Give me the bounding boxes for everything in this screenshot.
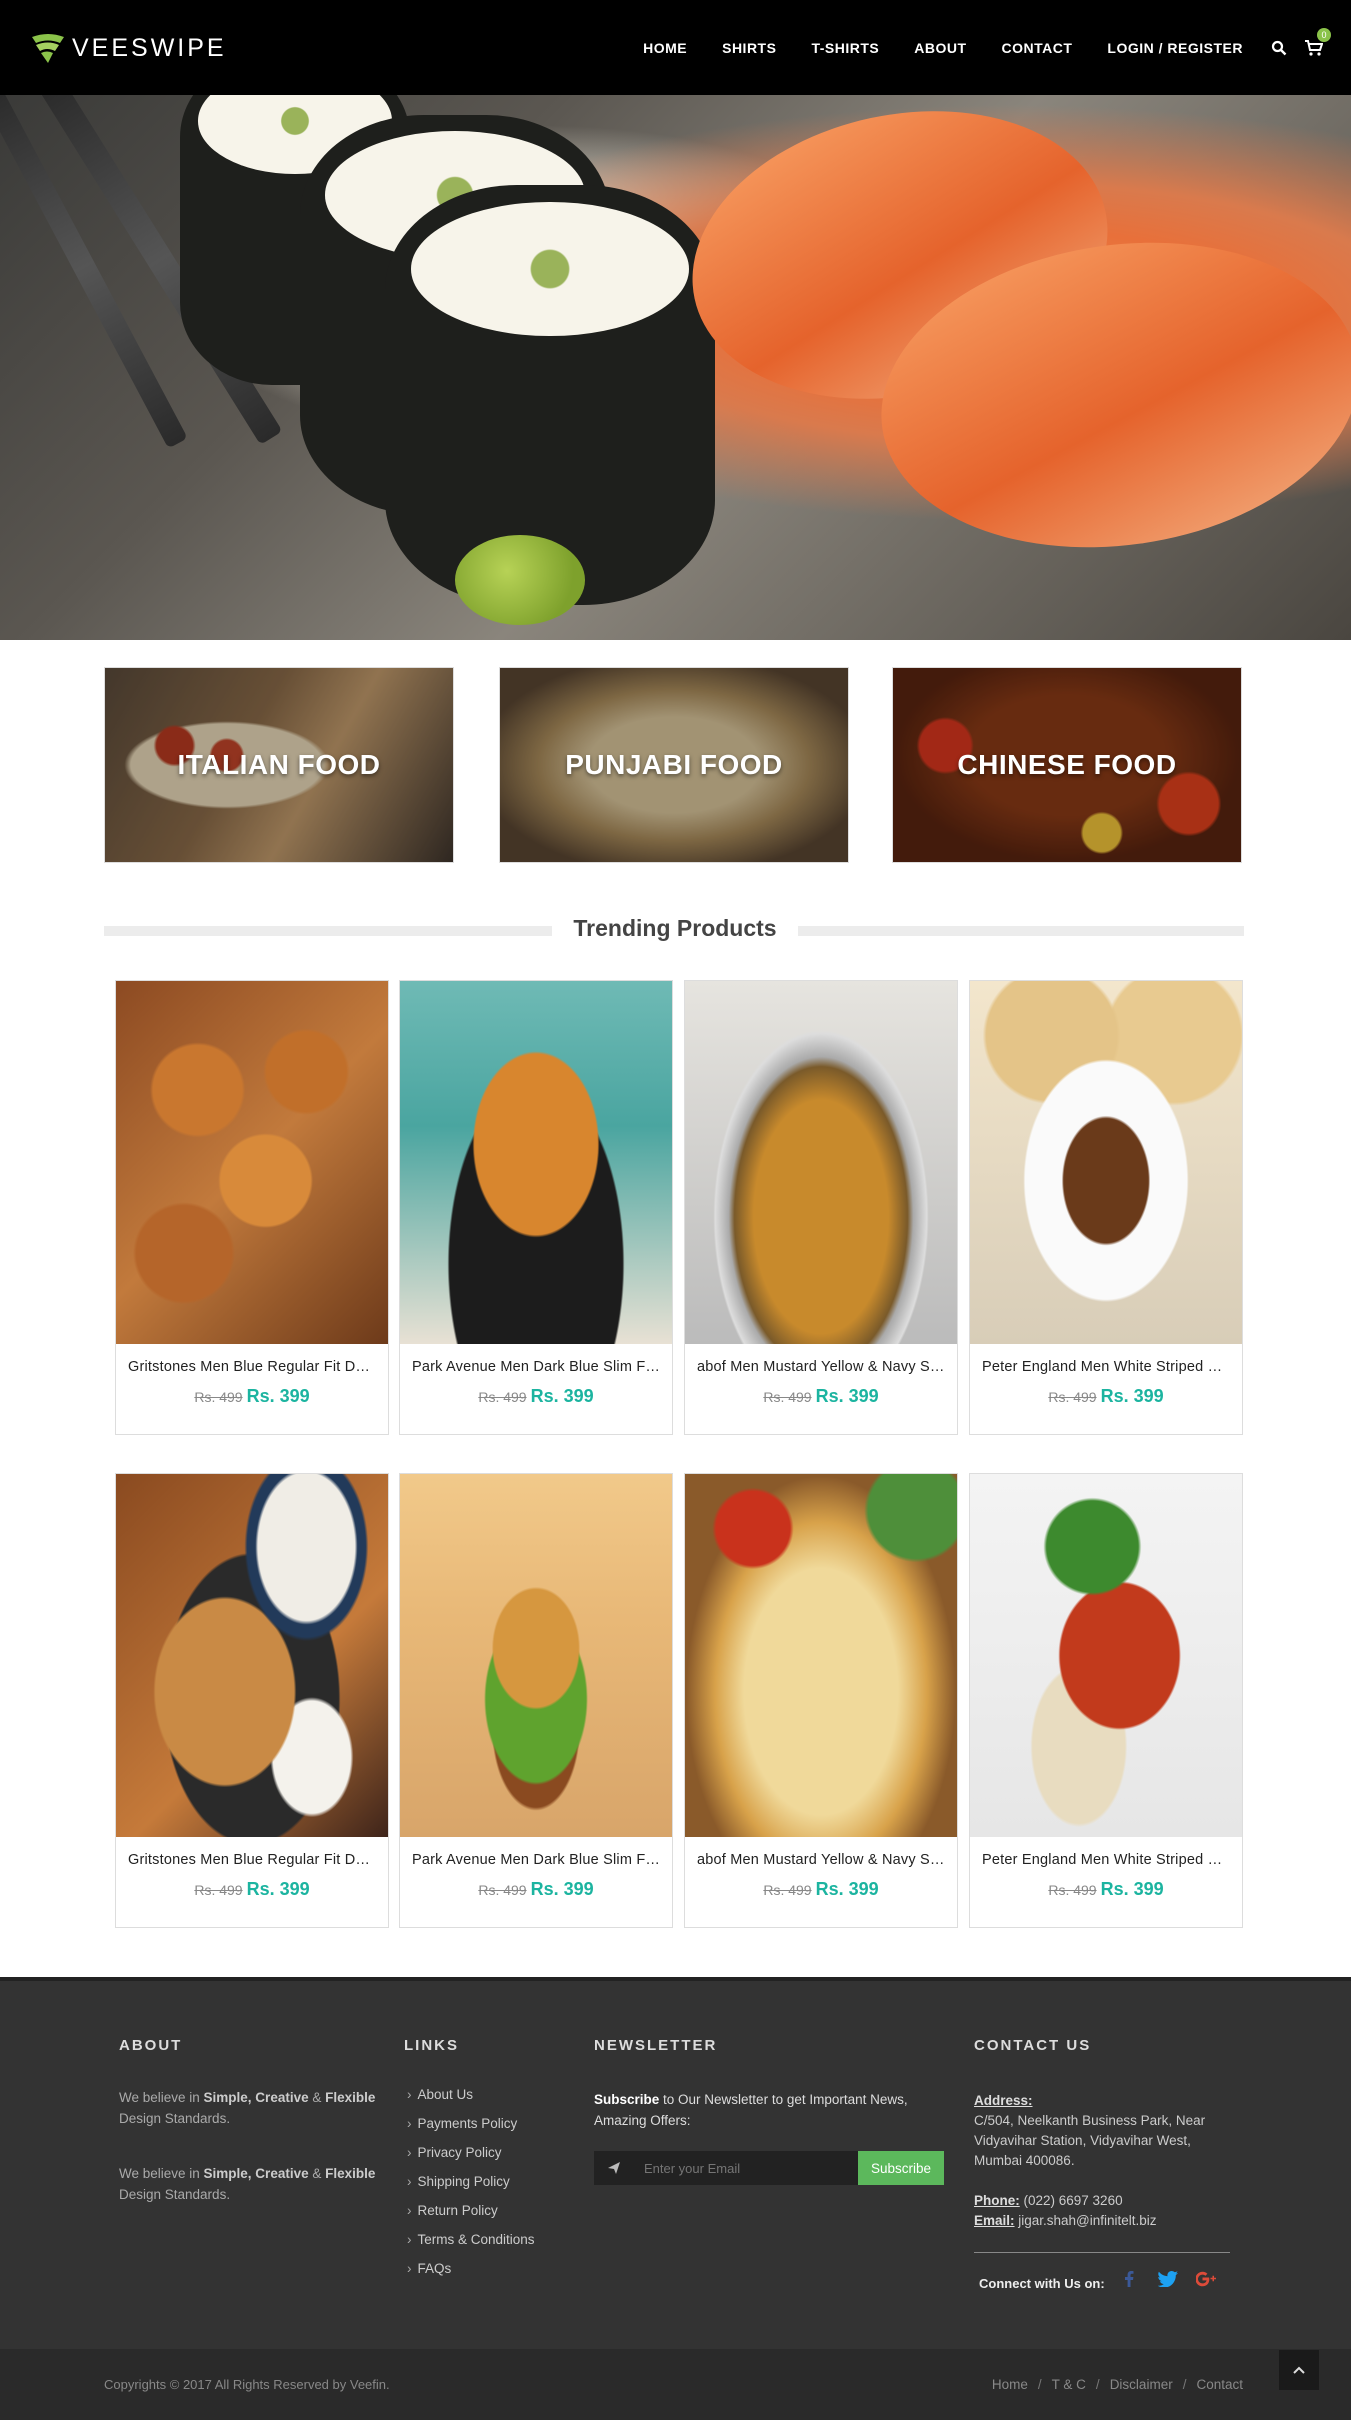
footer-about-heading: ABOUT bbox=[119, 2037, 183, 2054]
copyright-text: Copyrights © 2017 All Rights Reserved by… bbox=[104, 2377, 390, 2392]
bottom-link-contact[interactable]: Contact bbox=[1196, 2377, 1243, 2392]
product-image[interactable] bbox=[970, 981, 1242, 1344]
nav-about[interactable]: ABOUT bbox=[914, 40, 966, 56]
product-price: Rs. 499 Rs. 399 bbox=[763, 1879, 879, 1899]
phone-value[interactable]: (022) 6697 3260 bbox=[1020, 2193, 1123, 2208]
footer-links-heading: LINKS bbox=[404, 2037, 459, 2054]
product-card[interactable]: Peter England Men White Striped Shirt Rs… bbox=[969, 980, 1243, 1435]
product-image[interactable] bbox=[970, 1474, 1242, 1837]
product-image[interactable] bbox=[116, 981, 388, 1344]
bottom-links: Home / T & C / Disclaimer / Contact bbox=[991, 2377, 1243, 2392]
bottom-link-home[interactable]: Home bbox=[992, 2377, 1028, 2392]
contact-details: Address: C/504, Neelkanth Business Park,… bbox=[974, 2091, 1234, 2231]
category-label: ITALIAN FOOD bbox=[177, 749, 381, 780]
footer-link-faqs[interactable]: FAQs bbox=[407, 2259, 535, 2278]
product-name[interactable]: Park Avenue Men Dark Blue Slim Fit Shirt bbox=[412, 1852, 660, 1868]
product-card[interactable]: abof Men Mustard Yellow & Navy Shirt Rs.… bbox=[684, 1473, 958, 1928]
product-card[interactable]: Gritstones Men Blue Regular Fit Denim Sh… bbox=[115, 1473, 389, 1928]
category-chinese-food[interactable]: CHINESE FOOD bbox=[892, 667, 1242, 863]
hero-banner bbox=[0, 95, 1351, 640]
newsletter-form: Subscribe bbox=[594, 2151, 944, 2185]
footer-contact-heading: CONTACT US bbox=[974, 2037, 1092, 2054]
product-card[interactable]: Park Avenue Men Dark Blue Slim Fit Shirt… bbox=[399, 1473, 673, 1928]
nav-login-register[interactable]: LOGIN / REGISTER bbox=[1107, 40, 1243, 56]
brand-logo[interactable]: VEESWIPE bbox=[30, 30, 227, 66]
product-price: Rs. 499 Rs. 399 bbox=[478, 1386, 594, 1406]
email-value[interactable]: jigar.shah@infinitelt.biz bbox=[1015, 2213, 1156, 2228]
product-price: Rs. 499 Rs. 399 bbox=[1048, 1386, 1164, 1406]
product-name[interactable]: Peter England Men White Striped Shirt bbox=[982, 1852, 1230, 1868]
newsletter-text: Subscribe to Our Newsletter to get Impor… bbox=[594, 2092, 908, 2128]
product-name[interactable]: abof Men Mustard Yellow & Navy Shirt bbox=[697, 1852, 945, 1868]
chevron-up-icon bbox=[1293, 2366, 1305, 2374]
nav-home[interactable]: HOME bbox=[643, 40, 687, 56]
category-label: PUNJABI FOOD bbox=[565, 749, 783, 780]
site-footer: ABOUT We believe in Simple, Creative & F… bbox=[0, 1977, 1351, 2349]
footer-link-privacy-policy[interactable]: Privacy Policy bbox=[407, 2143, 535, 2162]
product-card[interactable]: Peter England Men White Striped Shirt Rs… bbox=[969, 1473, 1243, 1928]
nav-t-shirts[interactable]: T-SHIRTS bbox=[811, 40, 879, 56]
product-image[interactable] bbox=[685, 981, 957, 1344]
footer-about-text: We believe in Simple, Creative & Flexibl… bbox=[119, 2166, 376, 2202]
bottom-link-tc[interactable]: T & C bbox=[1052, 2377, 1086, 2392]
category-italian-food[interactable]: ITALIAN FOOD bbox=[104, 667, 454, 863]
footer-newsletter-heading: NEWSLETTER bbox=[594, 2037, 718, 2054]
cart-button[interactable]: 0 bbox=[1305, 27, 1331, 56]
product-card[interactable]: Park Avenue Men Dark Blue Slim Fit Shirt… bbox=[399, 980, 673, 1435]
wasabi-image bbox=[455, 535, 585, 625]
category-punjabi-food[interactable]: PUNJABI FOOD bbox=[499, 667, 849, 863]
scroll-to-top-button[interactable] bbox=[1279, 2350, 1319, 2390]
product-name[interactable]: Gritstones Men Blue Regular Fit Denim Sh… bbox=[128, 1359, 376, 1375]
product-name[interactable]: Gritstones Men Blue Regular Fit Denim Sh… bbox=[128, 1852, 376, 1868]
phone-label: Phone: bbox=[974, 2193, 1020, 2208]
product-price: Rs. 499 Rs. 399 bbox=[194, 1386, 310, 1406]
product-image[interactable] bbox=[400, 1474, 672, 1837]
product-name[interactable]: Park Avenue Men Dark Blue Slim Fit Shirt bbox=[412, 1359, 660, 1375]
product-price: Rs. 499 Rs. 399 bbox=[478, 1879, 594, 1899]
category-label: CHINESE FOOD bbox=[957, 749, 1177, 780]
cart-icon bbox=[1305, 39, 1324, 56]
connect-label: Connect with Us on: bbox=[979, 2276, 1105, 2291]
product-image[interactable] bbox=[685, 1474, 957, 1837]
bottom-link-disclaimer[interactable]: Disclaimer bbox=[1110, 2377, 1173, 2392]
site-header: VEESWIPE HOME SHIRTS T-SHIRTS ABOUT CONT… bbox=[0, 0, 1351, 95]
address-value: C/504, Neelkanth Business Park, Near Vid… bbox=[974, 2113, 1206, 2168]
newsletter-email-input[interactable] bbox=[634, 2151, 858, 2185]
main-nav: HOME SHIRTS T-SHIRTS ABOUT CONTACT LOGIN… bbox=[608, 0, 1351, 95]
logo-leaf-icon bbox=[32, 34, 64, 63]
address-label: Address: bbox=[974, 2093, 1033, 2108]
product-name[interactable]: abof Men Mustard Yellow & Navy Shirt bbox=[697, 1359, 945, 1375]
product-price: Rs. 499 Rs. 399 bbox=[1048, 1879, 1164, 1899]
search-icon[interactable] bbox=[1271, 40, 1287, 56]
bottom-bar: Copyrights © 2017 All Rights Reserved by… bbox=[0, 2349, 1351, 2420]
nav-shirts[interactable]: SHIRTS bbox=[722, 40, 776, 56]
divider bbox=[798, 926, 1244, 936]
product-card[interactable]: Gritstones Men Blue Regular Fit Denim Sh… bbox=[115, 980, 389, 1435]
footer-links-list: About Us Payments Policy Privacy Policy … bbox=[407, 2085, 535, 2288]
facebook-icon[interactable] bbox=[1124, 2271, 1134, 2287]
brand-name: VEESWIPE bbox=[72, 33, 227, 62]
product-image[interactable] bbox=[116, 1474, 388, 1837]
twitter-icon[interactable] bbox=[1158, 2271, 1178, 2287]
google-plus-icon[interactable] bbox=[1196, 2271, 1216, 2287]
product-name[interactable]: Peter England Men White Striped Shirt bbox=[982, 1359, 1230, 1375]
nav-contact[interactable]: CONTACT bbox=[1002, 40, 1073, 56]
divider bbox=[974, 2252, 1230, 2253]
footer-link-about-us[interactable]: About Us bbox=[407, 2085, 535, 2104]
footer-link-shipping-policy[interactable]: Shipping Policy bbox=[407, 2172, 535, 2191]
product-price: Rs. 499 Rs. 399 bbox=[194, 1879, 310, 1899]
email-label: Email: bbox=[974, 2213, 1015, 2228]
subscribe-button[interactable]: Subscribe bbox=[858, 2151, 944, 2185]
footer-link-terms-conditions[interactable]: Terms & Conditions bbox=[407, 2230, 535, 2249]
divider bbox=[104, 926, 552, 936]
product-card[interactable]: abof Men Mustard Yellow & Navy Shirt Rs.… bbox=[684, 980, 958, 1435]
footer-link-return-policy[interactable]: Return Policy bbox=[407, 2201, 535, 2220]
product-price: Rs. 499 Rs. 399 bbox=[763, 1386, 879, 1406]
footer-link-payments-policy[interactable]: Payments Policy bbox=[407, 2114, 535, 2133]
cart-count-badge: 0 bbox=[1317, 27, 1331, 42]
section-title: Trending Products bbox=[573, 915, 777, 941]
product-image[interactable] bbox=[400, 981, 672, 1344]
footer-about-text: We believe in Simple, Creative & Flexibl… bbox=[119, 2090, 376, 2126]
send-icon bbox=[594, 2151, 634, 2185]
